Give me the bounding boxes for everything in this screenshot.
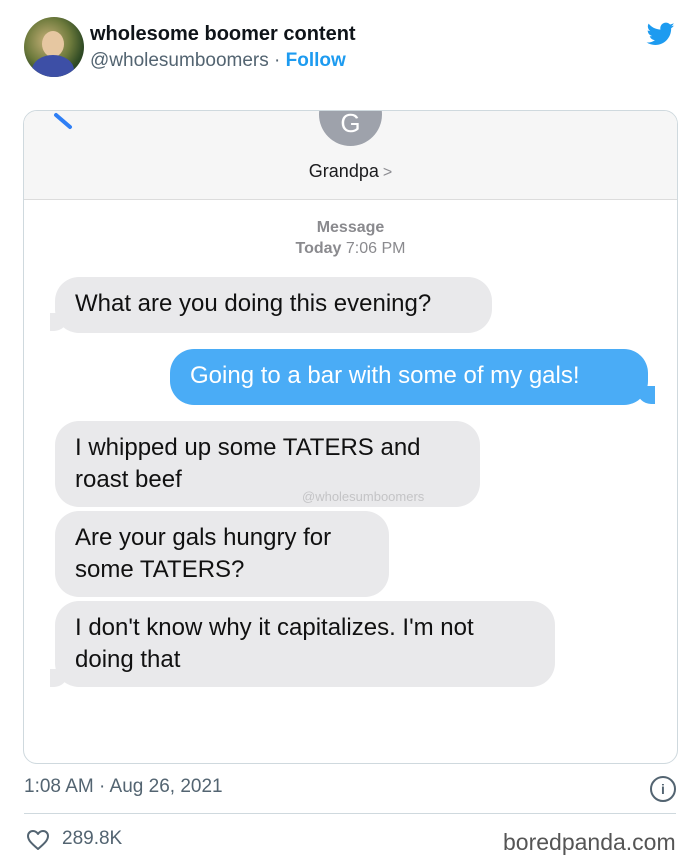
display-name[interactable]: wholesome boomer content [90,23,356,46]
chevron-right-icon: > [382,164,393,181]
like-count: 289.8K [62,828,123,849]
meta-day: Today [295,240,342,257]
message-bubble-incoming: I don't know why it capitalizes. I'm not… [55,601,555,687]
avatar-face [42,31,64,57]
twitter-bird-icon[interactable] [645,20,677,48]
message-meta-title: Message [316,219,385,236]
message-header: G Grandpa > [24,111,677,200]
handle[interactable]: @wholesumboomers [90,50,269,71]
message-bubble-outgoing: Going to a bar with some of my gals! [170,349,648,405]
follow-button[interactable]: Follow [286,50,346,71]
brand-watermark: boredpanda.com [503,829,676,855]
message-bubble-incoming: What are you doing this evening? [55,277,492,333]
contact-name-row: Grandpa > [24,161,677,182]
divider [24,813,676,814]
tweet-timestamp[interactable]: 1:08 AM · Aug 26, 2021 [24,776,223,798]
handle-row: @wholesumboomers · Follow [90,50,346,72]
separator: · [274,50,281,71]
message-meta-time: Today 7:06 PM [24,240,677,258]
heart-icon[interactable] [26,829,50,851]
watermark: @wholesumboomers [302,489,425,504]
info-icon[interactable]: i [650,776,676,802]
contact-name: Grandpa [308,161,379,181]
contact-avatar: G [319,111,382,146]
chevron-left-icon [54,113,72,129]
profile-avatar[interactable] [24,17,84,77]
message-screenshot[interactable]: G Grandpa > Message Today 7:06 PM What ar… [23,110,678,764]
message-bubble-incoming: Are your gals hungry for some TATERS? [55,511,389,597]
meta-time: 7:06 PM [345,240,406,257]
avatar-shirt [32,55,74,77]
